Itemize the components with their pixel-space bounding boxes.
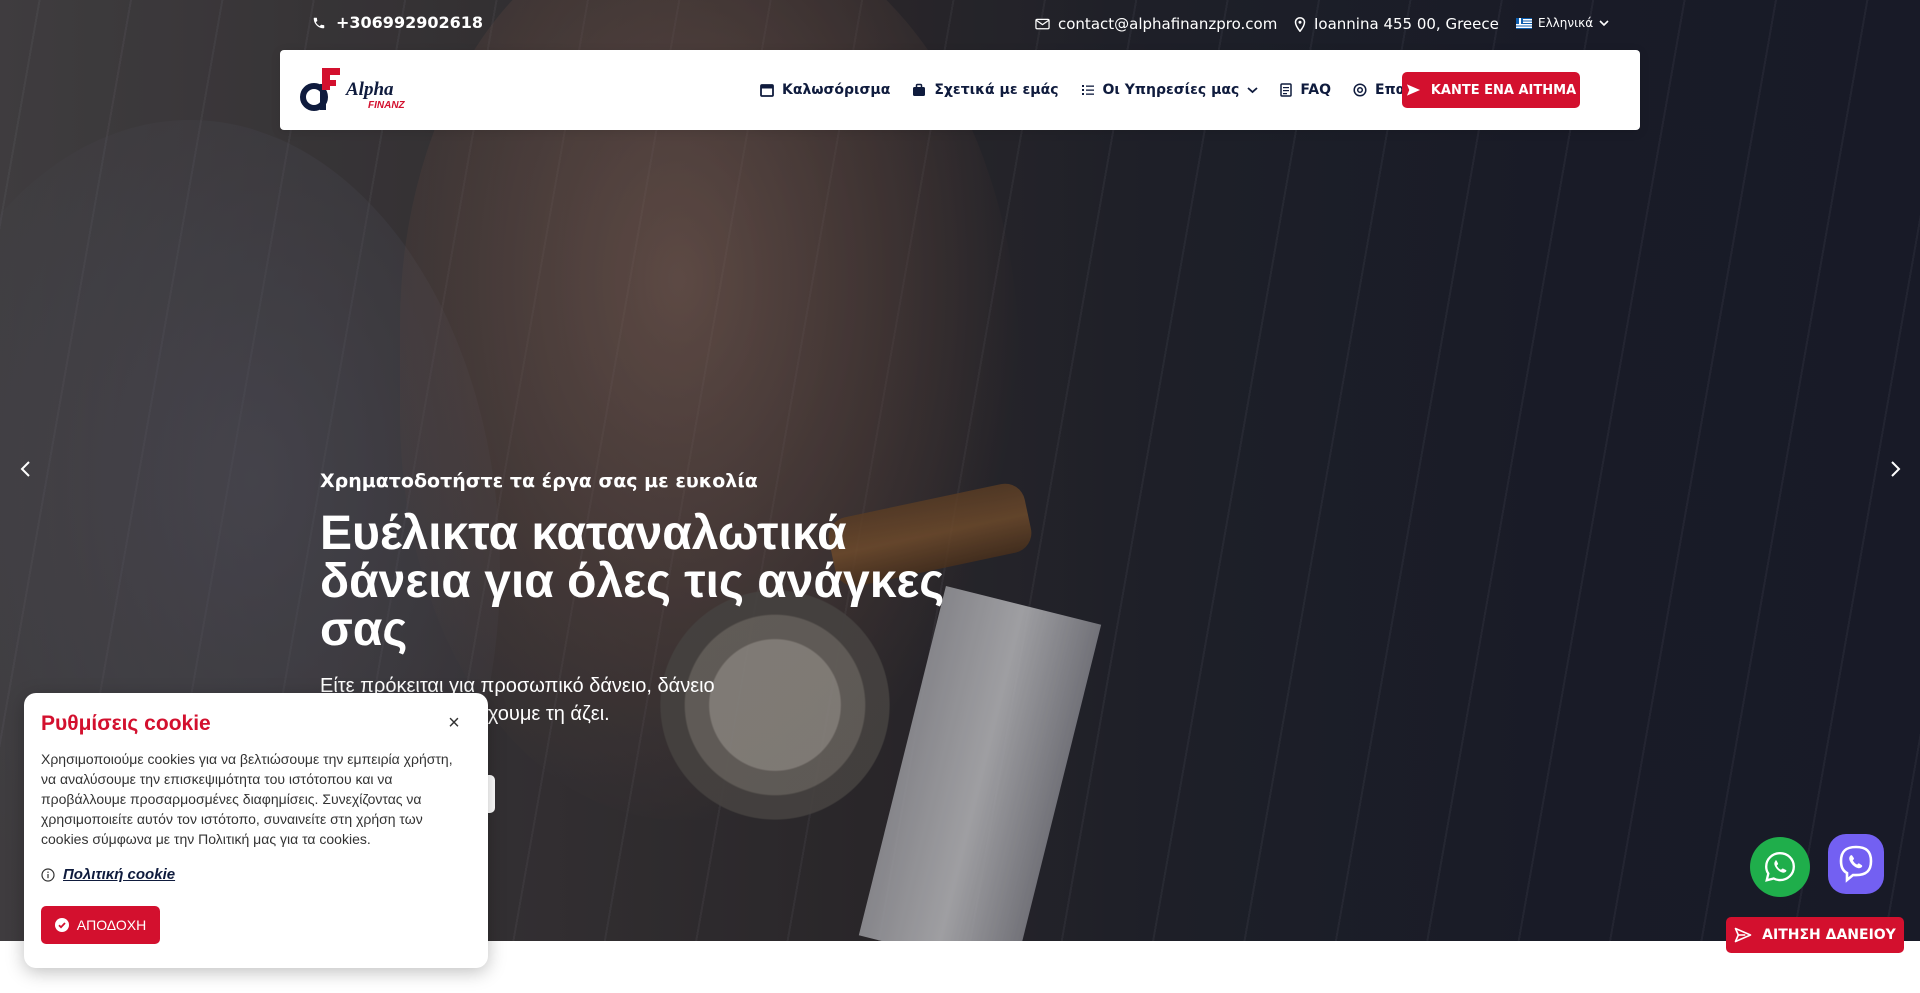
cookie-accept-label: ΑΠΟΔΟΧΗ	[76, 917, 147, 933]
cookie-accept-button[interactable]: ΑΠΟΔΟΧΗ	[41, 906, 160, 944]
cookie-policy-row: Πολιτική cookie	[41, 866, 175, 883]
nav-menu: Καλωσόρισμα Σχετικά με εμάς Οι Υπηρεσίες…	[760, 50, 1455, 130]
document-icon	[1280, 83, 1293, 97]
calendar-icon	[760, 83, 774, 97]
logo-text-sub: FINANZ	[368, 100, 406, 111]
chevron-down-icon	[1247, 86, 1258, 94]
cookie-consent-panel: Ρυθμίσεις cookie × Χρησιμοποιούμε cookie…	[24, 693, 488, 968]
main-navbar: Alpha FINANZ Καλωσόρισμα Σχετικά με εμάς	[280, 50, 1640, 130]
nav-item-about[interactable]: Σχετικά με εμάς	[912, 82, 1059, 98]
phone-icon	[312, 16, 326, 30]
info-icon	[41, 867, 55, 882]
language-selector[interactable]: Ελληνικά	[1516, 16, 1609, 30]
request-button-label: ΚΑΝΤΕ ΕΝΑ ΑΙΤΗΜΑ	[1430, 82, 1577, 98]
address-link[interactable]: Ioannina 455 00, Greece	[1294, 15, 1499, 33]
hero-title: Ευέλικτα καταναλωτικά δάνεια για όλες τι…	[320, 507, 945, 656]
whatsapp-button[interactable]	[1750, 837, 1810, 897]
paper-plane-icon	[1734, 927, 1752, 943]
loan-request-button[interactable]: ΑΙΤΗΣΗ ΔΑΝΕΙΟΥ	[1726, 917, 1904, 953]
page: +306992902618 contact@alphafinanzpro.com…	[0, 0, 1920, 993]
chevron-right-icon	[1891, 461, 1901, 477]
logo-text-main: Alpha	[345, 79, 394, 100]
greek-flag-icon	[1516, 17, 1532, 29]
nav-label-faq: FAQ	[1300, 82, 1332, 98]
loan-request-label: ΑΙΤΗΣΗ ΔΑΝΕΙΟΥ	[1762, 927, 1896, 943]
phone-link[interactable]: +306992902618	[312, 13, 483, 32]
envelope-icon	[1035, 18, 1050, 30]
nav-item-faq[interactable]: FAQ	[1280, 82, 1331, 98]
cookie-close-button[interactable]: ×	[444, 713, 464, 733]
email-address: contact@alphafinanzpro.com	[1058, 15, 1278, 33]
carousel-prev-button[interactable]	[16, 459, 36, 479]
carousel-next-button[interactable]	[1885, 459, 1905, 479]
top-bar: +306992902618 contact@alphafinanzpro.com…	[0, 0, 1920, 48]
nav-item-welcome[interactable]: Καλωσόρισμα	[760, 82, 890, 98]
whatsapp-icon	[1765, 852, 1795, 882]
paper-plane-icon	[1406, 83, 1421, 97]
hero-subtitle: Χρηματοδοτήστε τα έργα σας με ευκολία	[320, 470, 758, 492]
address-text: Ioannina 455 00, Greece	[1314, 15, 1499, 33]
briefcase-icon	[912, 83, 926, 97]
nav-label-welcome: Καλωσόρισμα	[782, 82, 891, 98]
request-button[interactable]: ΚΑΝΤΕ ΕΝΑ ΑΙΤΗΜΑ	[1402, 72, 1580, 108]
chevron-down-icon	[1599, 19, 1609, 27]
language-label: Ελληνικά	[1538, 16, 1594, 30]
site-logo[interactable]: Alpha FINANZ	[300, 66, 410, 114]
cookie-title: Ρυθμίσεις cookie	[41, 712, 211, 735]
check-circle-icon	[54, 918, 69, 932]
at-icon	[1353, 83, 1367, 97]
phone-number: +306992902618	[336, 13, 483, 32]
nav-item-services[interactable]: Οι Υπηρεσίες μας	[1081, 82, 1259, 98]
location-pin-icon	[1294, 16, 1306, 32]
cookie-policy-link[interactable]: Πολιτική cookie	[63, 866, 175, 883]
chevron-left-icon	[20, 461, 30, 477]
list-icon	[1081, 83, 1095, 97]
nav-label-services: Οι Υπηρεσίες μας	[1102, 82, 1240, 98]
viber-button[interactable]	[1828, 834, 1884, 894]
cookie-text: Χρησιμοποιούμε cookies για να βελτιώσουμ…	[41, 751, 453, 847]
viber-icon	[1839, 845, 1873, 883]
email-link[interactable]: contact@alphafinanzpro.com	[1035, 15, 1277, 33]
nav-label-about: Σχετικά με εμάς	[934, 82, 1059, 98]
